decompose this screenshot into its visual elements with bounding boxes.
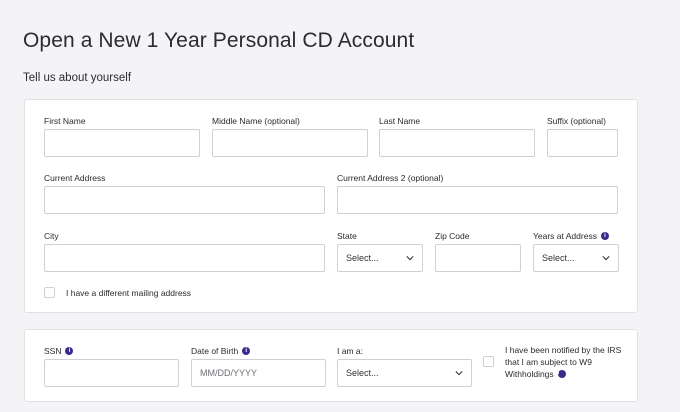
city-input[interactable]	[44, 244, 325, 272]
zip-code-label: Zip Code	[435, 231, 470, 241]
last-name-input[interactable]	[379, 129, 535, 157]
current-address-2-input[interactable]	[337, 186, 618, 214]
different-mailing-address-label[interactable]: I have a different mailing address	[66, 288, 191, 298]
middle-name-label: Middle Name (optional)	[212, 116, 300, 126]
current-address-2-label: Current Address 2 (optional)	[337, 173, 444, 183]
personal-info-card: First Name Middle Name (optional) Last N…	[24, 99, 638, 313]
chevron-down-icon	[406, 256, 414, 261]
i-am-a-select-value: Select...	[346, 368, 379, 378]
different-mailing-address-checkbox[interactable]	[44, 287, 55, 298]
info-icon[interactable]: i	[242, 347, 251, 355]
i-am-a-label: I am a:	[337, 346, 363, 356]
chevron-down-icon	[455, 371, 463, 376]
years-at-address-select[interactable]: Select...	[533, 244, 619, 272]
ssn-input[interactable]	[44, 359, 179, 387]
irs-withholding-checkbox[interactable]	[483, 356, 494, 367]
state-select-value: Select...	[346, 253, 379, 263]
suffix-input[interactable]	[547, 129, 618, 157]
zip-code-input[interactable]	[435, 244, 521, 272]
info-icon[interactable]: i	[65, 347, 74, 355]
years-at-address-label: Years at Address i	[533, 231, 609, 241]
middle-name-input[interactable]	[212, 129, 368, 157]
current-address-input[interactable]	[44, 186, 325, 214]
identity-card: SSN i Date of Birth i I am a: Select... …	[24, 329, 638, 402]
section-subtitle: Tell us about yourself	[23, 72, 132, 84]
chevron-down-icon	[602, 256, 610, 261]
page-title: Open a New 1 Year Personal CD Account	[23, 29, 415, 52]
dob-input[interactable]	[191, 359, 326, 387]
years-select-value: Select...	[542, 253, 575, 263]
current-address-label: Current Address	[44, 173, 106, 183]
state-select[interactable]: Select...	[337, 244, 423, 272]
suffix-label: Suffix (optional)	[547, 116, 606, 126]
city-label: City	[44, 231, 59, 241]
last-name-label: Last Name	[379, 116, 421, 126]
state-label: State	[337, 231, 357, 241]
info-icon[interactable]: i	[557, 370, 566, 378]
first-name-label: First Name	[44, 116, 86, 126]
i-am-a-select[interactable]: Select...	[337, 359, 472, 387]
info-icon[interactable]: i	[600, 232, 609, 240]
irs-withholding-label[interactable]: I have been notified by the IRS that I a…	[505, 344, 625, 380]
first-name-input[interactable]	[44, 129, 200, 157]
ssn-label: SSN i	[44, 346, 74, 356]
dob-label: Date of Birth i	[191, 346, 251, 356]
